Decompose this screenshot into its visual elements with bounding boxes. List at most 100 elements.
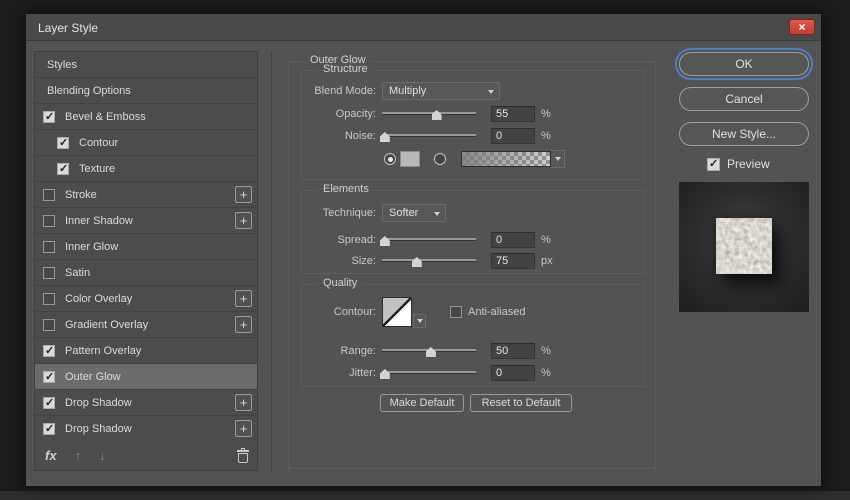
move-down-button[interactable]: ↓ (99, 448, 106, 463)
checkbox-unchecked-icon[interactable] (43, 240, 55, 253)
size-row: Size: px (302, 251, 644, 271)
checkbox-checked-icon[interactable]: ✓ (43, 396, 55, 409)
sidebar-item-satin[interactable]: Satin (35, 260, 257, 286)
opacity-input[interactable] (491, 106, 535, 122)
glow-gradient-radio[interactable] (434, 153, 446, 165)
slider-track (382, 259, 476, 261)
checkbox-checked-icon[interactable]: ✓ (43, 370, 55, 383)
add-effect-button[interactable]: + (235, 186, 252, 203)
delete-effect-button[interactable] (237, 448, 249, 463)
add-effect-button[interactable]: + (235, 212, 252, 229)
checkbox-unchecked-icon[interactable] (43, 318, 55, 331)
glow-color-radio[interactable] (384, 153, 396, 165)
chevron-down-icon (488, 90, 494, 94)
close-icon: × (798, 20, 806, 34)
checkbox-checked-icon[interactable]: ✓ (57, 162, 69, 175)
range-label: Range: (340, 345, 376, 357)
blend-mode-select[interactable]: Multiply (382, 82, 500, 100)
bottom-strip (0, 491, 850, 500)
contour-picker-button[interactable] (413, 314, 426, 328)
move-up-button[interactable]: ↑ (75, 448, 82, 463)
antialiased-checkbox[interactable] (450, 306, 462, 318)
checkbox-checked-icon[interactable]: ✓ (57, 136, 69, 149)
close-button[interactable]: × (789, 19, 815, 35)
preview-row: ✓ Preview (707, 157, 770, 171)
check-glyph: ✓ (45, 370, 55, 383)
sidebar-item-inner-shadow[interactable]: Inner Shadow + (35, 208, 257, 234)
size-input[interactable] (491, 253, 535, 269)
new-style-button[interactable]: New Style... (679, 122, 809, 146)
jitter-slider[interactable] (379, 366, 476, 380)
preview-thumbnail (679, 182, 809, 312)
checkbox-unchecked-icon[interactable] (43, 188, 55, 201)
checkbox-checked-icon[interactable]: ✓ (43, 110, 55, 123)
make-default-button[interactable]: Make Default (380, 394, 464, 412)
checkbox-checked-icon[interactable]: ✓ (43, 344, 55, 357)
checkbox-unchecked-icon[interactable] (43, 214, 55, 227)
check-glyph: ✓ (45, 110, 55, 123)
technique-value: Softer (389, 207, 419, 219)
gradient-preview[interactable] (461, 151, 551, 167)
sidebar-item-styles[interactable]: Styles (35, 52, 257, 78)
noise-slider[interactable] (379, 129, 476, 143)
contour-thumbnail[interactable] (382, 297, 412, 327)
sidebar-item-stroke[interactable]: Stroke + (35, 182, 257, 208)
size-slider[interactable] (382, 254, 476, 268)
sidebar-item-drop-shadow-1[interactable]: ✓ Drop Shadow + (35, 390, 257, 416)
sidebar-item-inner-glow[interactable]: Inner Glow (35, 234, 257, 260)
sidebar-item-outer-glow[interactable]: ✓ Outer Glow (35, 364, 257, 390)
sidebar-item-label: Pattern Overlay (65, 344, 142, 357)
gradient-picker-button[interactable] (551, 150, 565, 168)
panel-divider (271, 51, 272, 471)
add-effect-button[interactable]: + (235, 316, 252, 333)
dialog-titlebar[interactable]: Layer Style × (26, 14, 821, 41)
opacity-slider[interactable] (382, 107, 476, 121)
sidebar-item-pattern-overlay[interactable]: ✓ Pattern Overlay (35, 338, 257, 364)
contour-row: Contour: Anti-aliased (302, 295, 644, 329)
spread-input[interactable] (491, 232, 535, 248)
technique-select[interactable]: Softer (382, 204, 446, 222)
check-glyph: ✓ (59, 136, 69, 149)
checkbox-unchecked-icon[interactable] (43, 266, 55, 279)
sidebar-item-gradient-overlay[interactable]: Gradient Overlay + (35, 312, 257, 338)
sidebar-item-label: Drop Shadow (65, 422, 132, 435)
spread-slider[interactable] (379, 233, 476, 247)
contour-label: Contour: (333, 306, 376, 318)
sidebar-item-label: Outer Glow (65, 370, 121, 383)
glow-color-swatch[interactable] (400, 151, 420, 167)
slider-track (382, 371, 476, 373)
add-effect-button[interactable]: + (235, 420, 252, 437)
texture-preview (716, 218, 772, 274)
preview-checkbox[interactable]: ✓ (707, 157, 720, 171)
sidebar-item-blending-options[interactable]: Blending Options (35, 78, 257, 104)
add-effect-button[interactable]: + (235, 290, 252, 307)
fx-effects-icon[interactable]: fx (45, 448, 57, 463)
plus-icon: + (239, 317, 248, 332)
reset-default-button[interactable]: Reset to Default (470, 394, 572, 412)
sidebar-item-drop-shadow-2[interactable]: ✓ Drop Shadow + (35, 416, 257, 442)
sidebar-item-texture[interactable]: ✓ Texture (35, 156, 257, 182)
noise-input[interactable] (491, 128, 535, 144)
checkbox-unchecked-icon[interactable] (43, 292, 55, 305)
range-input[interactable] (491, 343, 535, 359)
jitter-input[interactable] (491, 365, 535, 381)
sidebar-item-contour[interactable]: ✓ Contour (35, 130, 257, 156)
sidebar-item-bevel-emboss[interactable]: ✓ Bevel & Emboss (35, 104, 257, 130)
cancel-button[interactable]: Cancel (679, 87, 809, 111)
plus-icon: + (239, 421, 248, 436)
plus-icon: + (239, 291, 248, 306)
checkbox-checked-icon[interactable]: ✓ (43, 422, 55, 435)
sidebar-item-color-overlay[interactable]: Color Overlay + (35, 286, 257, 312)
blend-mode-value: Multiply (389, 85, 427, 97)
quality-group: Quality Contour: Anti-aliased Range: 50 … (301, 277, 645, 387)
antialiased-label: Anti-aliased (468, 306, 526, 318)
sidebar-item-label: Satin (65, 266, 91, 279)
range-slider[interactable] (382, 344, 476, 358)
jitter-unit: % (541, 367, 551, 379)
ok-button[interactable]: OK (675, 48, 813, 80)
glow-color-row (302, 149, 644, 169)
add-effect-button[interactable]: + (235, 394, 252, 411)
technique-label: Technique: (322, 207, 376, 219)
layer-style-dialog: Layer Style × Styles Blending Options ✓ … (25, 13, 822, 487)
sidebar-item-label: Texture (79, 162, 116, 175)
